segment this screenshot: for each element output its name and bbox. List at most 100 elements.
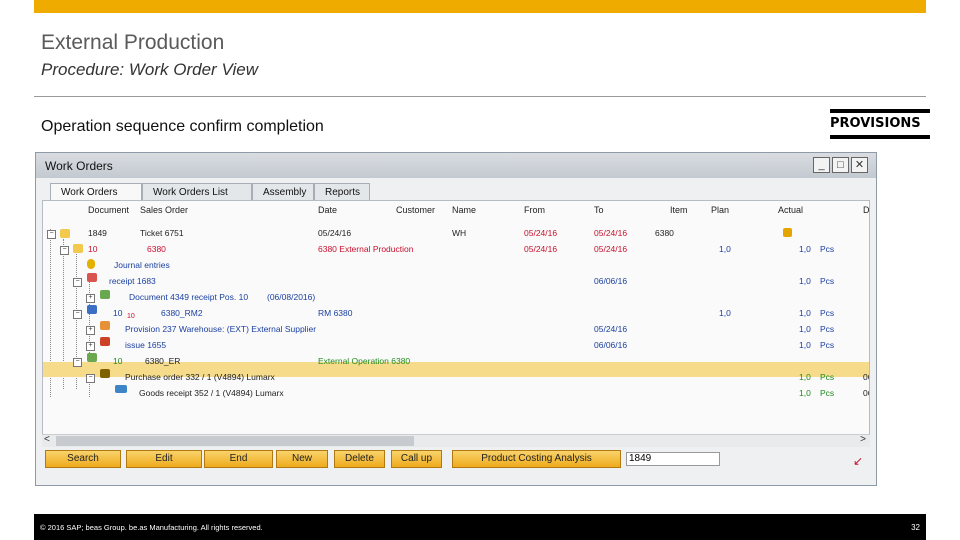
goods-receipt: Goods receipt 352 / 1 (V4894) Lumarx bbox=[139, 388, 284, 398]
provisions-badge: PROVISIONS bbox=[830, 109, 930, 139]
window-titlebar: Work Orders _ □ ✕ bbox=[36, 153, 876, 178]
collapse-toggle[interactable]: − bbox=[73, 310, 82, 319]
actual-qty: 1,0 bbox=[799, 244, 811, 254]
col-from[interactable]: From bbox=[524, 205, 545, 215]
material-code: 6380_RM2 bbox=[161, 308, 203, 318]
new-button[interactable]: New bbox=[276, 450, 328, 468]
description: RM 6380 bbox=[318, 308, 353, 318]
to-date: 05/24/16 bbox=[594, 244, 628, 254]
operation-number: 10 bbox=[113, 356, 123, 366]
to-date: 05/24/16 bbox=[594, 324, 628, 334]
call-up-button[interactable]: Call up bbox=[391, 450, 442, 468]
collapse-toggle[interactable]: − bbox=[73, 278, 82, 287]
folder-icon bbox=[60, 229, 70, 238]
search-button[interactable]: Search bbox=[45, 450, 121, 468]
col-dy[interactable]: Dy bbox=[863, 205, 869, 215]
unit: Pcs bbox=[820, 340, 835, 350]
divider bbox=[34, 96, 926, 97]
copyright-text: © 2016 SAP; beas Group. be.as Manufactur… bbox=[40, 523, 263, 532]
footer-bar: © 2016 SAP; beas Group. be.as Manufactur… bbox=[34, 514, 926, 540]
date: 05/24/16 bbox=[318, 228, 352, 238]
product-costing-analysis-button[interactable]: Product Costing Analysis bbox=[452, 450, 621, 468]
col-to[interactable]: To bbox=[594, 205, 604, 215]
item: 6380 bbox=[655, 228, 674, 238]
dy-value: 06 bbox=[863, 388, 869, 398]
folder-icon bbox=[73, 244, 83, 253]
slide-subtitle: Procedure: Work Order View bbox=[41, 60, 258, 79]
dy-value: 06 bbox=[863, 372, 869, 382]
to-date: 06/06/16 bbox=[594, 276, 628, 286]
document-number: 1849 bbox=[88, 228, 107, 238]
unit: Pcs bbox=[820, 324, 835, 334]
col-actual[interactable]: Actual bbox=[778, 205, 803, 215]
from-date: 05/24/16 bbox=[524, 228, 558, 238]
from-date: 05/24/16 bbox=[524, 244, 558, 254]
col-item[interactable]: Item bbox=[670, 205, 688, 215]
to-date: 05/24/16 bbox=[594, 228, 628, 238]
receipt-document: receipt 1683 bbox=[109, 276, 156, 286]
expand-toggle[interactable]: + bbox=[86, 294, 95, 303]
operation-code: 6380_ER bbox=[145, 356, 181, 366]
maximize-button[interactable]: □ bbox=[832, 157, 849, 173]
collapse-toggle[interactable]: − bbox=[73, 358, 82, 367]
work-orders-window: Work Orders _ □ ✕ Work Orders Work Order… bbox=[35, 152, 877, 486]
flag-icon bbox=[783, 228, 792, 237]
collapse-toggle[interactable]: − bbox=[86, 374, 95, 383]
name: WH bbox=[452, 228, 467, 238]
tab-work-orders-list[interactable]: Work Orders List bbox=[142, 183, 252, 200]
plan-qty: 1,0 bbox=[719, 244, 731, 254]
actual-qty: 1,0 bbox=[799, 308, 811, 318]
edit-button[interactable]: Edit bbox=[126, 450, 202, 468]
journal-entries-link[interactable]: Journal entries bbox=[114, 260, 170, 270]
actual-qty: 1,0 bbox=[799, 324, 811, 334]
coins-icon bbox=[87, 259, 95, 269]
unit: Pcs bbox=[820, 276, 835, 286]
sales-order: 6380 bbox=[147, 244, 166, 254]
to-date: 06/06/16 bbox=[594, 340, 628, 350]
unit: Pcs bbox=[820, 388, 835, 398]
col-customer[interactable]: Customer bbox=[396, 205, 435, 215]
purchase-order[interactable]: Purchase order 332 / 1 (V4894) Lumarx bbox=[125, 372, 275, 382]
receipt-position: Document 4349 receipt Pos. 10 bbox=[129, 292, 249, 302]
delete-button[interactable]: Delete bbox=[334, 450, 385, 468]
col-sales-order[interactable]: Sales Order bbox=[140, 205, 188, 215]
actual-qty: 1,0 bbox=[799, 372, 811, 382]
description: 6380 External Production bbox=[318, 244, 414, 254]
link-arrow-icon[interactable]: ↙ bbox=[853, 454, 863, 468]
close-button[interactable]: ✕ bbox=[851, 157, 868, 173]
window-title: Work Orders bbox=[45, 159, 113, 173]
description: External Operation 6380 bbox=[318, 356, 411, 366]
collapse-toggle[interactable]: − bbox=[47, 230, 56, 239]
unit: Pcs bbox=[820, 372, 835, 382]
brand-bar bbox=[34, 0, 926, 13]
sales-order: Ticket 6751 bbox=[140, 228, 184, 238]
operation-icon bbox=[87, 353, 97, 362]
minimize-button[interactable]: _ bbox=[813, 157, 830, 173]
tab-assembly[interactable]: Assembly bbox=[252, 183, 314, 200]
horizontal-scrollbar[interactable]: < > bbox=[42, 434, 870, 447]
tab-work-orders[interactable]: Work Orders bbox=[50, 183, 142, 201]
col-date[interactable]: Date bbox=[318, 205, 337, 215]
material-icon bbox=[87, 305, 97, 314]
expand-toggle[interactable]: + bbox=[86, 326, 95, 335]
col-plan[interactable]: Plan bbox=[711, 205, 729, 215]
collapse-toggle[interactable]: − bbox=[60, 246, 69, 255]
scroll-thumb[interactable] bbox=[56, 436, 414, 446]
document-icon bbox=[100, 290, 110, 299]
expand-toggle[interactable]: + bbox=[86, 342, 95, 351]
tab-reports[interactable]: Reports bbox=[314, 183, 370, 200]
col-name[interactable]: Name bbox=[452, 205, 476, 215]
unit: Pcs bbox=[820, 308, 835, 318]
scroll-right-button[interactable]: > bbox=[860, 434, 866, 445]
plan-qty: 1,0 bbox=[719, 308, 731, 318]
truck-icon bbox=[115, 385, 127, 393]
actual-qty: 1,0 bbox=[799, 340, 811, 350]
work-order-number-field[interactable]: 1849 bbox=[626, 452, 720, 466]
position-number: 10 bbox=[113, 308, 123, 318]
scroll-left-button[interactable]: < bbox=[44, 434, 50, 445]
col-document[interactable]: Document bbox=[88, 205, 129, 215]
work-order-tree: Document Sales Order Date Customer Name … bbox=[42, 200, 870, 446]
receipt-icon bbox=[87, 273, 97, 282]
end-button[interactable]: End bbox=[204, 450, 273, 468]
unit: Pcs bbox=[820, 244, 835, 254]
